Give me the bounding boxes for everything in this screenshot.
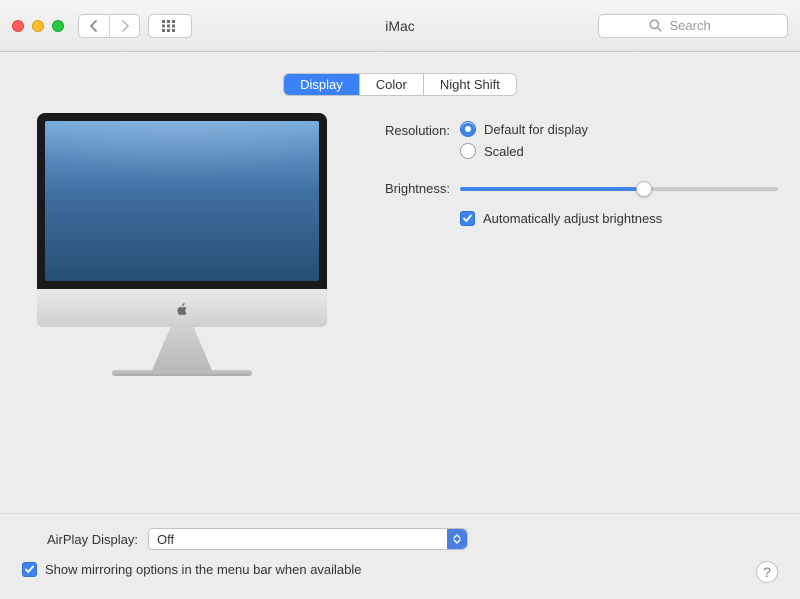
grid-icon xyxy=(162,20,178,32)
nav-group xyxy=(78,14,140,38)
imac-illustration xyxy=(37,113,327,376)
display-panel: Resolution: Default for display Scaled xyxy=(22,113,778,376)
chevron-left-icon xyxy=(89,20,99,32)
help-button[interactable]: ? xyxy=(756,561,778,583)
fullscreen-window-button[interactable] xyxy=(52,20,64,32)
close-window-button[interactable] xyxy=(12,20,24,32)
select-stepper-icon xyxy=(447,529,467,549)
checkbox-icon xyxy=(460,211,475,226)
preferences-window: iMac Display Color Night Shift xyxy=(0,0,800,599)
airplay-select[interactable]: Off xyxy=(148,528,468,550)
resolution-scaled-label: Scaled xyxy=(484,144,524,159)
display-preview xyxy=(22,113,342,376)
brightness-label: Brightness: xyxy=(368,179,460,196)
auto-brightness-checkbox[interactable]: Automatically adjust brightness xyxy=(460,211,778,226)
toolbar: iMac xyxy=(0,0,800,52)
footer: AirPlay Display: Off Show mirroring opti… xyxy=(0,513,800,599)
tab-color[interactable]: Color xyxy=(359,74,423,95)
back-button[interactable] xyxy=(79,15,109,37)
minimize-window-button[interactable] xyxy=(32,20,44,32)
search-input[interactable] xyxy=(668,17,738,34)
display-settings: Resolution: Default for display Scaled xyxy=(368,113,778,376)
search-icon xyxy=(649,19,662,32)
tab-night-shift[interactable]: Night Shift xyxy=(423,74,516,95)
tab-display[interactable]: Display xyxy=(284,74,359,95)
auto-brightness-label: Automatically adjust brightness xyxy=(483,211,662,226)
airplay-label: AirPlay Display: xyxy=(22,532,138,547)
brightness-slider[interactable] xyxy=(460,179,778,199)
resolution-default-radio[interactable]: Default for display xyxy=(460,121,778,137)
chevron-right-icon xyxy=(120,20,130,32)
window-controls xyxy=(12,20,64,32)
airplay-value: Off xyxy=(157,532,174,547)
brightness-row: Brightness: Automatically adjust brightn… xyxy=(368,179,778,232)
show-all-button[interactable] xyxy=(148,14,192,38)
resolution-scaled-radio[interactable]: Scaled xyxy=(460,143,778,159)
resolution-row: Resolution: Default for display Scaled xyxy=(368,121,778,165)
radio-icon xyxy=(460,143,476,159)
resolution-label: Resolution: xyxy=(368,121,460,138)
airplay-row: AirPlay Display: Off xyxy=(22,528,778,550)
mirroring-label: Show mirroring options in the menu bar w… xyxy=(45,562,362,577)
help-icon: ? xyxy=(763,564,771,580)
tab-bar: Display Color Night Shift xyxy=(284,74,516,95)
content-pane: Display Color Night Shift xyxy=(0,52,800,513)
search-field[interactable] xyxy=(598,14,788,38)
forward-button[interactable] xyxy=(109,15,139,37)
resolution-default-label: Default for display xyxy=(484,122,588,137)
apple-logo-icon xyxy=(175,302,190,317)
radio-icon xyxy=(460,121,476,137)
checkbox-icon xyxy=(22,562,37,577)
mirroring-checkbox[interactable]: Show mirroring options in the menu bar w… xyxy=(22,562,778,577)
